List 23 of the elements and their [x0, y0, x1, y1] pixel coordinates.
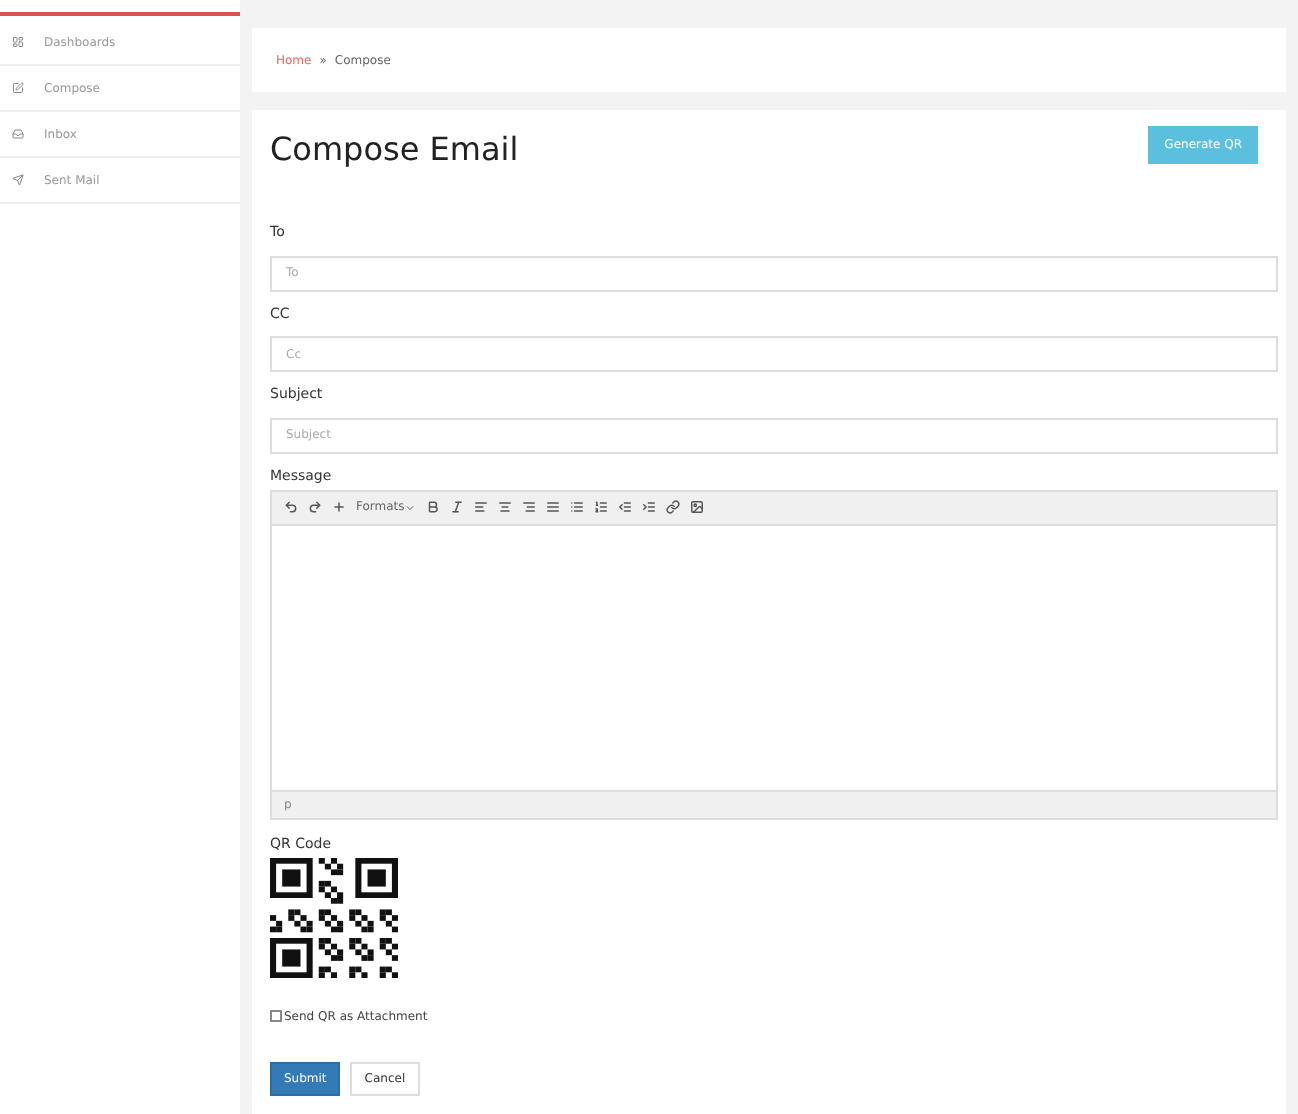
redo-icon[interactable]	[308, 500, 322, 514]
image-icon[interactable]	[690, 500, 705, 514]
bullet-list-icon[interactable]	[570, 500, 585, 514]
inbox-icon	[12, 128, 24, 140]
qr-code	[270, 857, 398, 977]
caret-icon	[404, 501, 417, 513]
plus-icon[interactable]	[332, 500, 346, 514]
checkbox[interactable]	[270, 1010, 282, 1022]
pencil-square-icon	[12, 82, 24, 94]
italic-icon[interactable]	[450, 500, 465, 514]
numbered-list-icon[interactable]	[594, 500, 609, 514]
paper-plane-icon	[12, 174, 24, 186]
align-left-icon[interactable]	[474, 500, 489, 514]
indent-icon[interactable]	[642, 500, 657, 514]
undo-icon[interactable]	[284, 500, 298, 514]
align-justify-icon[interactable]	[546, 500, 561, 514]
align-right-icon[interactable]	[522, 500, 537, 514]
outdent-icon[interactable]	[618, 500, 633, 514]
dashboard-icon	[12, 36, 24, 48]
align-center-icon[interactable]	[498, 500, 513, 514]
link-icon[interactable]	[666, 500, 681, 514]
page-title: Compose Email	[270, 130, 519, 168]
bold-icon[interactable]	[426, 500, 441, 514]
